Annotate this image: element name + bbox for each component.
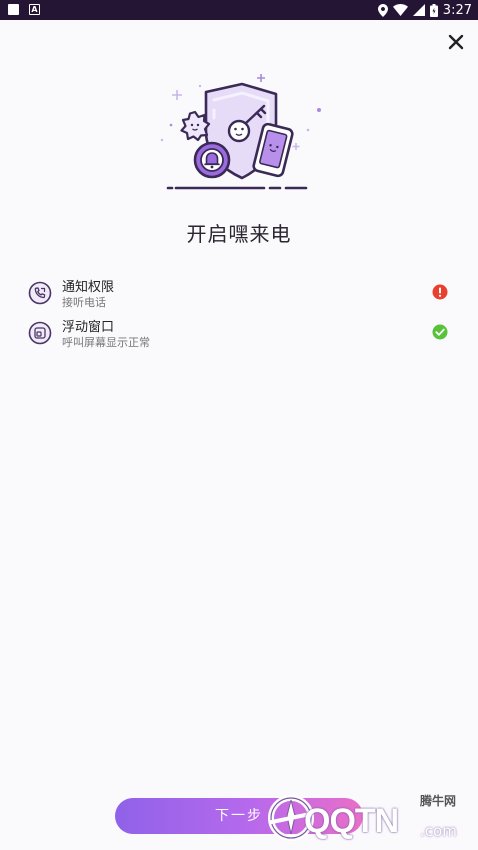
watermark-top-text: 腾牛网	[420, 794, 457, 808]
floating-window-icon	[28, 321, 52, 345]
close-icon[interactable]	[446, 32, 466, 52]
phone-icon	[28, 281, 52, 305]
check-icon	[432, 324, 448, 340]
notification-icon	[8, 4, 19, 15]
permission-name: 通知权限	[62, 280, 115, 295]
watermark-brand: QQTN	[304, 802, 399, 840]
permission-item-notification[interactable]: 通知权限 接听电话	[28, 276, 452, 310]
signal-icon	[412, 4, 425, 16]
permission-name: 浮动窗口	[62, 320, 115, 335]
status-indicators: 3:27	[377, 1, 472, 19]
permission-item-floating-window[interactable]: 浮动窗口 呼叫屏幕显示正常	[28, 316, 452, 350]
permission-description: 呼叫屏幕显示正常	[62, 336, 150, 349]
permission-illustration	[160, 74, 321, 190]
location-icon	[377, 3, 388, 17]
battery-icon	[429, 3, 438, 17]
wifi-icon	[392, 4, 408, 16]
page-title: 开启嘿来电	[186, 222, 292, 246]
clock: 3:27	[442, 2, 472, 18]
a-icon: A	[29, 4, 40, 15]
status-bar: A 3:27	[0, 0, 478, 20]
watermark: 腾牛网 QQTN .com	[264, 790, 474, 846]
error-icon	[432, 284, 448, 300]
watermark-suffix: .com	[420, 822, 457, 840]
permission-description: 接听电话	[62, 296, 106, 309]
